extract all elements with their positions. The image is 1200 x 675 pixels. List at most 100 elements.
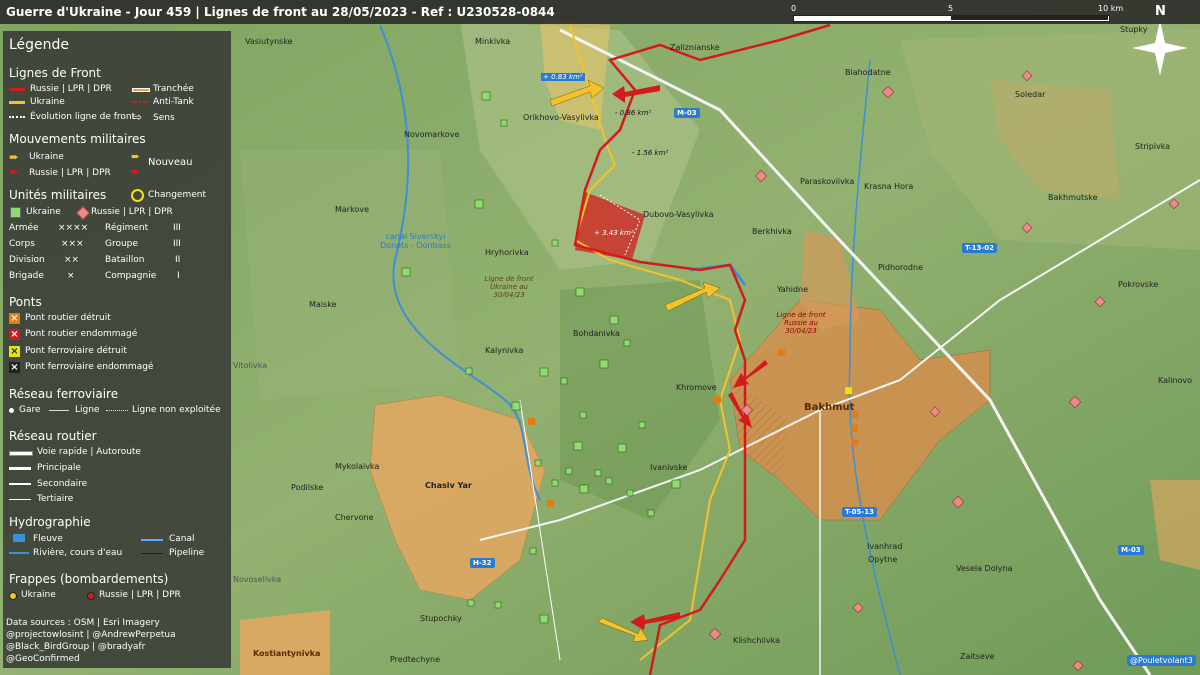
place-label: Berkhivka <box>752 227 792 236</box>
place-label: Stripivka <box>1135 142 1171 151</box>
unit-size-symbol: ××× <box>61 239 84 249</box>
legend-units-title: Unités militaires <box>9 188 107 202</box>
russia-line-swatch <box>9 88 25 91</box>
scale-label: 5 <box>948 4 954 13</box>
legend-units-russia: Russie | LPR | DPR <box>91 207 173 217</box>
unit-size-label: Armée <box>9 223 39 233</box>
legend-road-item: Tertiaire <box>37 494 74 504</box>
legend-units-ukraine: Ukraine <box>26 207 61 217</box>
highway-swatch <box>9 451 33 456</box>
place-label: Podilske <box>291 483 324 492</box>
place-label: Ivanhrad <box>867 542 903 551</box>
unit-size-symbol: I <box>177 271 180 281</box>
place-label: Paraskoviivka <box>800 177 855 186</box>
unit-size-label: Bataillon <box>105 255 145 265</box>
legend-hydro-title: Hydrographie <box>9 515 91 529</box>
place-label: Markove <box>335 205 369 214</box>
area-loss-label: - 1.56 km² <box>632 149 669 157</box>
author-credit: @Pouletvolant3 <box>1127 655 1196 666</box>
place-label: Ivanivske <box>650 463 688 472</box>
legend-bridges-title: Ponts <box>9 295 42 309</box>
place-label: Soledar <box>1015 90 1046 99</box>
place-label: Vasiutynske <box>245 37 293 46</box>
urban-kostiantynivka <box>240 610 330 675</box>
stream-swatch <box>9 552 29 554</box>
area-gain-label: + 3.43 km² <box>594 229 634 237</box>
ukraine-arrow-icon: ➨ <box>9 150 20 164</box>
unit-size-symbol: × <box>67 271 75 281</box>
legend-panel: Légende Lignes de Front Russie | LPR | D… <box>3 31 231 668</box>
area-gain-label: + 0.83 km² <box>541 73 585 81</box>
rail-line-swatch <box>49 410 69 411</box>
ukraine-strike-icon <box>9 592 17 600</box>
legend-bridge-item: Pont routier détruit <box>25 313 111 323</box>
unit-size-symbol: III <box>173 223 181 233</box>
direction-arrow-icon: ⇨ <box>132 110 143 124</box>
terrain-patch <box>240 150 460 400</box>
place-label: Vitolivka <box>233 361 268 370</box>
legend-front-antitank: Anti-Tank <box>153 97 194 107</box>
legend-units-change: Changement <box>148 190 206 200</box>
legend-hydro-pipeline: Pipeline <box>169 548 205 558</box>
place-label: Kalynivka <box>485 346 524 355</box>
ukraine-unit-icon <box>10 207 21 218</box>
legend-bridge-item: Pont routier endommagé <box>25 329 138 339</box>
road-label: H-32 <box>470 558 495 568</box>
place-label: Krasna Hora <box>864 182 914 191</box>
legend-strikes-ukraine: Ukraine <box>21 590 56 600</box>
place-label: Dubovo-Vasylivka <box>643 210 714 219</box>
legend-front-direction: Sens <box>153 113 175 123</box>
city-label-bakhmut: Bakhmut <box>804 402 855 413</box>
city-label-kostiantynivka: Kostiantynivka <box>253 649 321 658</box>
legend-source-line: @GeoConfirmed <box>6 654 80 664</box>
legend-title: Légende <box>9 37 70 53</box>
place-label: Pokrovske <box>1118 280 1159 289</box>
place-label: Maiske <box>309 300 337 309</box>
legend-source-line: @projectowlosint | @AndrewPerpetua <box>6 630 176 640</box>
place-label: Chervone <box>335 513 374 522</box>
place-label: Pidhorodne <box>878 263 923 272</box>
unit-size-symbol: ×××× <box>58 223 89 233</box>
legend-hydro-river: Fleuve <box>33 534 63 544</box>
legend-front-evolution: Évolution ligne de front <box>30 112 136 122</box>
new-ukraine-arrow-icon: ➨ <box>131 150 141 163</box>
antitank-swatch <box>132 101 148 103</box>
russia-arrow-icon: ➨ <box>9 165 20 179</box>
legend-strikes-russia: Russie | LPR | DPR <box>99 590 181 600</box>
main-road-swatch <box>9 467 31 470</box>
legend-movements-title: Mouvements militaires <box>9 132 146 146</box>
scale-bar-segment <box>951 15 1108 20</box>
ukraine-line-swatch <box>9 101 25 104</box>
legend-movements-russia: Russie | LPR | DPR <box>29 168 111 178</box>
unit-size-label: Régiment <box>105 223 149 233</box>
unit-size-label: Compagnie <box>105 271 157 281</box>
road-label: T-05-13 <box>842 507 878 517</box>
unit-size-label: Groupe <box>105 239 138 249</box>
unit-size-label: Brigade <box>9 271 44 281</box>
place-label: Yahidne <box>777 285 809 294</box>
place-label: Orikhovo-Vasylivka <box>523 113 599 122</box>
scale-bar: 0 5 10 km <box>791 4 1128 24</box>
place-label: Kalinovo <box>1158 376 1193 385</box>
legend-movements-new: Nouveau <box>148 157 193 168</box>
place-label: Hryhorivka <box>485 248 529 257</box>
road-label: M-03 <box>674 108 700 118</box>
russia-unit-icon <box>75 205 91 221</box>
road-label: M-03 <box>1118 545 1144 555</box>
legend-rail-unused: Ligne non exploitée <box>132 405 221 415</box>
new-russia-arrow-icon: ➨ <box>131 165 141 178</box>
legend-rail-title: Réseau ferroviaire <box>9 387 119 401</box>
unit-size-symbol: ×× <box>64 255 80 265</box>
place-label: Mykolaivka <box>335 462 380 471</box>
unit-size-symbol: III <box>173 239 181 249</box>
ukraine-line-label: Ligne de front Ukraine au 30/04/23 <box>484 275 534 299</box>
scale-label: 10 km <box>1098 4 1124 13</box>
place-label: Zaliznianske <box>670 43 720 52</box>
city-label-chasiv-yar: Chasiv Yar <box>425 481 472 490</box>
rail-bridge-destroyed-icon: × <box>9 346 20 357</box>
place-label: Khromove <box>676 383 717 392</box>
place-label: Minkivka <box>475 37 511 46</box>
road-bridge-destroyed-icon: × <box>9 313 20 324</box>
trench-swatch <box>132 88 150 92</box>
place-label: Bakhmutske <box>1048 193 1098 202</box>
